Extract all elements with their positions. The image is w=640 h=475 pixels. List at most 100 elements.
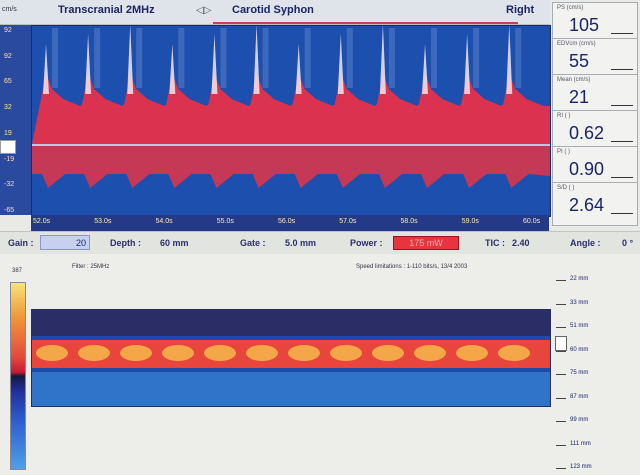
power-label: Power : bbox=[350, 238, 383, 248]
noise-column bbox=[304, 28, 311, 88]
noise-column bbox=[473, 28, 480, 88]
panel-divider bbox=[611, 141, 633, 142]
y-tick-label: -32 bbox=[4, 181, 15, 189]
baseline-marker[interactable] bbox=[0, 140, 16, 154]
y-tick-label: -65 bbox=[4, 207, 15, 214]
power-colorbar bbox=[10, 282, 26, 470]
signal-pulse bbox=[498, 345, 530, 361]
panel-label: PI ( ) bbox=[557, 149, 570, 155]
depth-label: 60 mm bbox=[570, 346, 589, 353]
systolic-peak bbox=[211, 34, 218, 94]
depth-label: 75 mm bbox=[570, 370, 589, 376]
systolic-peak bbox=[295, 44, 302, 94]
x-tick-label: 56.0s bbox=[278, 218, 296, 225]
tic-label: TIC : bbox=[485, 238, 505, 248]
power-value[interactable]: 175 mW bbox=[393, 236, 459, 250]
x-tick-label: 55.0s bbox=[216, 218, 234, 225]
mmode-svg bbox=[32, 310, 550, 406]
side-label: Right bbox=[506, 4, 535, 16]
panel-label: PS (cm/s) bbox=[557, 5, 584, 11]
noise-column bbox=[431, 28, 438, 88]
signal-pulse bbox=[78, 345, 110, 361]
x-tick-label: 52.0s bbox=[33, 218, 51, 225]
systolic-peak bbox=[422, 44, 429, 94]
spectrum-y-axis: 92 92 65 32 19 -19 -32 -65 bbox=[0, 25, 31, 215]
x-tick-label: 53.0s bbox=[94, 218, 112, 225]
signal-pulse bbox=[162, 345, 194, 361]
panel-value: 21 bbox=[569, 87, 590, 107]
depth-label: 33 mm bbox=[570, 299, 589, 306]
systolic-peak bbox=[253, 26, 260, 94]
gate-value[interactable]: 5.0 mm bbox=[285, 238, 316, 248]
signal-pulse bbox=[414, 345, 446, 361]
depth-tick bbox=[556, 280, 566, 281]
tic-value: 2.40 bbox=[512, 238, 530, 248]
colorbar-top-label: 387 bbox=[12, 268, 23, 274]
double-arrow-icon[interactable]: ◁▷ bbox=[196, 5, 211, 16]
mmode-low-band bbox=[32, 372, 550, 406]
panel-value: 55 bbox=[569, 51, 590, 71]
systolic-peak bbox=[506, 26, 513, 94]
depth-label: 99 mm bbox=[570, 417, 589, 423]
panel-divider bbox=[611, 177, 633, 178]
y-tick-label: 32 bbox=[4, 104, 12, 112]
depth-label: 22 mm bbox=[570, 276, 589, 282]
x-tick-label: 58.0s bbox=[400, 218, 418, 225]
depth-tick bbox=[556, 444, 566, 446]
signal-pulse bbox=[456, 345, 488, 361]
panel-label: EDVcm (cm/s) bbox=[557, 41, 596, 47]
systolic-peak bbox=[464, 34, 471, 94]
depth-tick bbox=[556, 327, 566, 328]
panel-divider bbox=[611, 105, 633, 106]
signal-pulse bbox=[120, 345, 152, 361]
signal-pulse bbox=[204, 345, 236, 361]
systolic-peak bbox=[85, 34, 92, 94]
systolic-peak bbox=[169, 44, 176, 94]
panel-label: S/D ( ) bbox=[557, 185, 575, 191]
noise-column bbox=[262, 28, 269, 88]
depth-tick bbox=[556, 374, 566, 375]
x-tick-label: 59.0s bbox=[461, 218, 479, 225]
depth-label: 111 mm bbox=[570, 440, 591, 447]
mode-label: Transcranial 2MHz bbox=[58, 4, 155, 16]
noise-column bbox=[94, 28, 101, 88]
noise-column bbox=[220, 28, 227, 88]
depth-label: Depth : bbox=[110, 238, 141, 248]
depth-value[interactable]: 60 mm bbox=[160, 238, 189, 248]
depth-selector[interactable] bbox=[555, 336, 567, 351]
depth-tick bbox=[556, 350, 566, 352]
panel-divider bbox=[611, 213, 633, 214]
vessel-label: Carotid Syphon bbox=[232, 4, 314, 16]
depth-tick bbox=[556, 421, 566, 422]
spectrum-x-axis: 52.0s 53.0s 54.0s 55.0s 56.0s 57.0s 58.0s 59.0s… bbox=[31, 215, 549, 231]
systolic-peak bbox=[379, 26, 386, 94]
panel-divider bbox=[611, 69, 633, 70]
y-tick-label: 19 bbox=[4, 129, 12, 137]
y-tick-label: 65 bbox=[4, 78, 12, 86]
y-tick-label: 92 bbox=[4, 27, 12, 34]
vessel-underline bbox=[213, 22, 518, 24]
doppler-spectrum bbox=[31, 25, 551, 217]
signal-pulse bbox=[288, 345, 320, 361]
gain-input[interactable]: 20 bbox=[40, 235, 90, 250]
x-tick-label: 54.0s bbox=[155, 218, 173, 225]
signal-pulse bbox=[330, 345, 362, 361]
unit-tag: cm/s bbox=[2, 6, 17, 13]
signal-pulse bbox=[36, 345, 68, 361]
depth-label: 87 mm bbox=[570, 393, 589, 400]
depth-tick bbox=[556, 303, 566, 305]
forward-flow-envelope bbox=[32, 74, 550, 144]
mmode-display bbox=[31, 309, 551, 407]
noise-column bbox=[346, 28, 353, 88]
depth-tick bbox=[556, 397, 566, 399]
panel-divider bbox=[611, 33, 633, 34]
depth-label: 51 mm bbox=[570, 323, 589, 329]
panel-value: 0.62 bbox=[569, 123, 605, 143]
gain-label: Gain : bbox=[8, 238, 34, 248]
systolic-peak bbox=[337, 34, 344, 94]
angle-value[interactable]: 0 ° bbox=[622, 238, 633, 248]
parameter-bar: Gain : 20 Depth : 60 mm Gate : 5.0 mm Po… bbox=[0, 231, 640, 255]
filter-label: Filter : 25MHz bbox=[72, 264, 110, 270]
spectrum-baseline bbox=[32, 144, 550, 146]
systolic-peak bbox=[127, 26, 134, 94]
